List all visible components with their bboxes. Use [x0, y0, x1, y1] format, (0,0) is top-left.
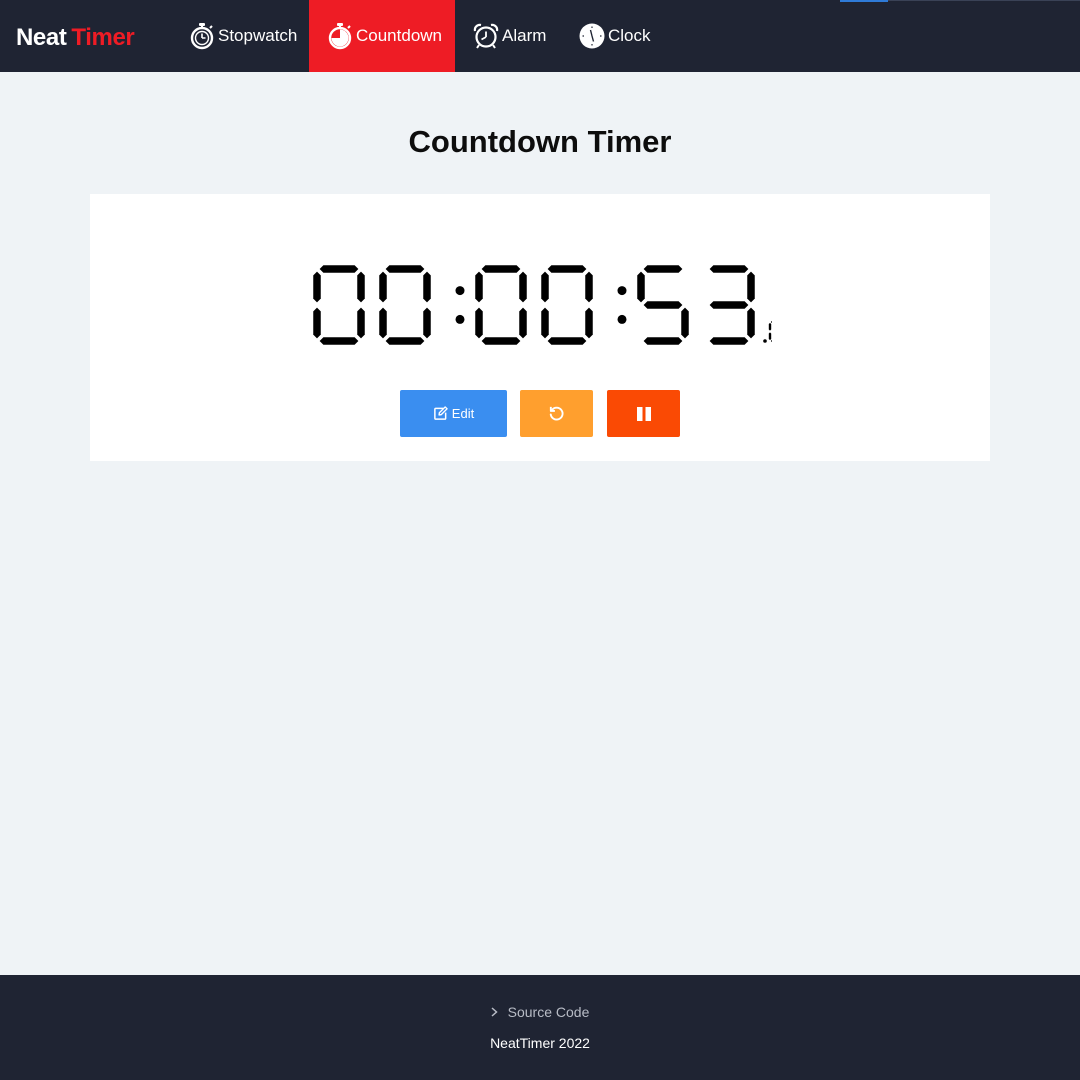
brand-logo[interactable]: Neat Timer — [16, 24, 135, 52]
segment-a — [385, 265, 425, 273]
nav-item-label: Stopwatch — [218, 26, 298, 45]
segment-f — [379, 271, 387, 303]
segment-f — [475, 271, 483, 303]
nav-item-countdown[interactable]: Countdown — [309, 0, 455, 72]
segment-a — [547, 265, 587, 273]
segment-e — [768, 332, 772, 341]
timer-digit — [709, 265, 755, 345]
segment-b — [519, 271, 527, 303]
segment-a — [709, 265, 749, 273]
segment-e — [541, 307, 549, 339]
timer-digit — [379, 265, 431, 345]
pause-icon — [636, 406, 651, 421]
page-title: Countdown Timer — [408, 124, 672, 159]
segment-d — [385, 337, 425, 345]
nav-accent-bar — [840, 0, 888, 2]
segment-c — [681, 307, 689, 339]
timer-colon-dot — [617, 286, 627, 296]
nav-item-stopwatch[interactable]: Stopwatch — [174, 0, 309, 72]
segment-b — [423, 271, 431, 303]
timer-digit — [637, 265, 689, 345]
timer-colon-dot — [455, 286, 465, 296]
edit-button[interactable]: Edit — [400, 390, 507, 437]
segment-d — [643, 337, 683, 345]
segment-c — [519, 307, 527, 339]
segment-d — [709, 337, 749, 345]
timer-digit — [313, 265, 365, 345]
segment-c — [357, 307, 365, 339]
segment-g — [643, 301, 683, 309]
segment-d — [547, 337, 587, 345]
segment-b — [357, 271, 365, 303]
segment-e — [475, 307, 483, 339]
alarm-clock-icon — [473, 23, 499, 49]
segment-c — [747, 307, 755, 339]
edit-icon — [433, 406, 448, 420]
timer-digit — [541, 265, 593, 345]
pause-button[interactable] — [607, 390, 680, 437]
nav-item-alarm[interactable]: Alarm — [455, 0, 562, 72]
segment-f — [637, 271, 645, 303]
segment-e — [379, 307, 387, 339]
segment-d — [770, 339, 772, 343]
segment-a — [643, 265, 683, 273]
nav-item-label: Alarm — [502, 26, 547, 45]
timer-digit — [475, 265, 527, 345]
source-code-label: Source Code — [507, 1004, 590, 1020]
timer-decimal-dot — [763, 339, 767, 343]
segment-d — [481, 337, 521, 345]
edit-button-label: Edit — [451, 406, 475, 421]
segment-g — [709, 301, 749, 309]
top-navbar: Neat Timer Stopwatch Countdown Alarm Clo… — [0, 0, 1080, 72]
segment-f — [541, 271, 549, 303]
segment-d — [319, 337, 359, 345]
nav-accent-line — [888, 0, 1080, 1]
source-code-link[interactable]: Source Code — [0, 1004, 1080, 1020]
page-footer: Source Code NeatTimer 2022 — [0, 975, 1080, 1080]
segment-a — [770, 320, 772, 324]
countdown-icon — [328, 23, 352, 50]
stopwatch-icon — [190, 23, 214, 50]
segment-f — [768, 322, 772, 331]
timer-card: Edit — [90, 194, 990, 461]
timer-digit — [768, 320, 772, 343]
segment-b — [585, 271, 593, 303]
segment-a — [319, 265, 359, 273]
nav-item-clock[interactable]: Clock — [562, 0, 672, 72]
reset-icon — [549, 406, 564, 421]
brand-neat: Neat — [16, 24, 67, 51]
copyright-text: NeatTimer 2022 — [490, 1035, 590, 1051]
nav-item-label: Clock — [608, 26, 651, 45]
brand-timer: Timer — [71, 24, 135, 51]
reset-button[interactable] — [520, 390, 593, 437]
countdown-display — [312, 264, 772, 346]
timer-colon-dot — [617, 314, 627, 324]
segment-e — [313, 307, 321, 339]
segment-b — [747, 271, 755, 303]
segment-f — [313, 271, 321, 303]
segment-c — [423, 307, 431, 339]
seven-segment-display — [313, 265, 772, 345]
segment-c — [585, 307, 593, 339]
clock-icon — [579, 23, 605, 49]
timer-colon-dot — [455, 314, 465, 324]
chevron-right-icon — [491, 1004, 498, 1020]
nav-item-label: Countdown — [356, 26, 443, 45]
segment-a — [481, 265, 521, 273]
